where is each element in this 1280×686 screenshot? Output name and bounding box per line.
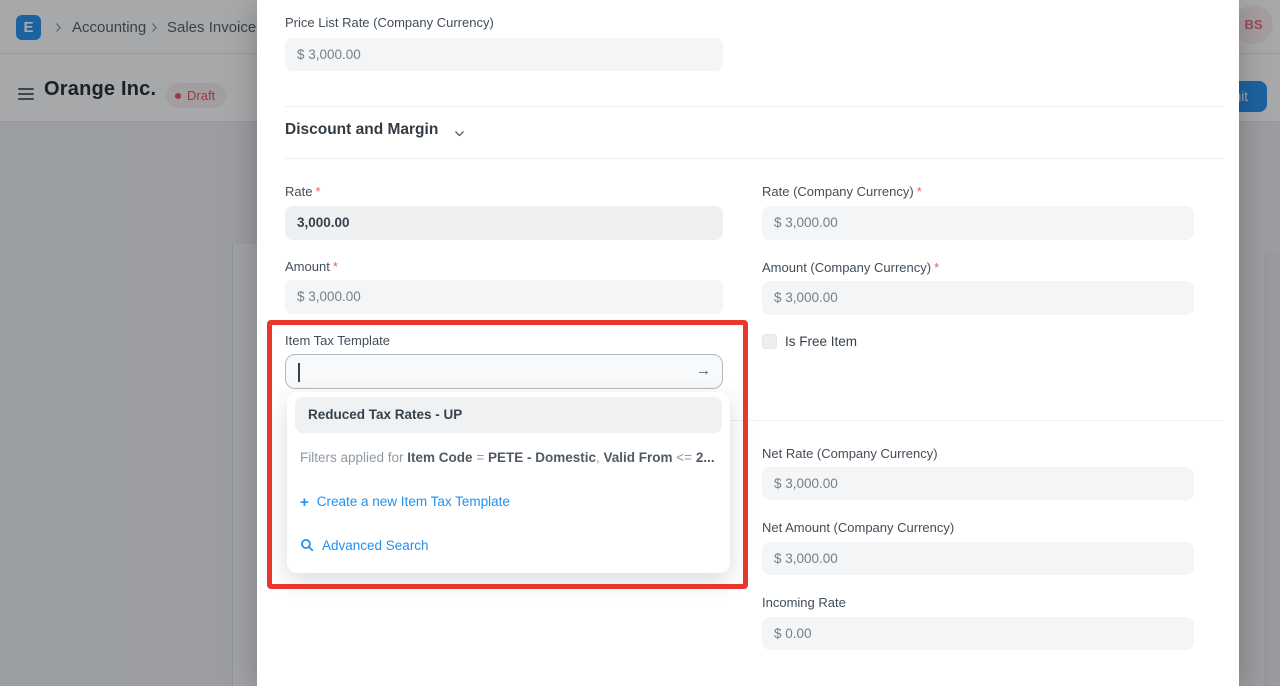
amount-company-currency-label: Amount (Company Currency)* bbox=[762, 260, 939, 276]
annotation-box bbox=[267, 320, 748, 589]
net-rate-company-currency-field[interactable]: $ 3,000.00 bbox=[762, 467, 1194, 500]
section-divider bbox=[285, 158, 1224, 159]
price-list-rate-field[interactable]: $ 3,000.00 bbox=[285, 38, 723, 71]
is-free-item-label: Is Free Item bbox=[785, 334, 857, 350]
section-divider bbox=[285, 106, 1224, 107]
required-marker: * bbox=[315, 184, 320, 199]
chevron-down-icon[interactable] bbox=[453, 127, 466, 145]
required-marker: * bbox=[917, 184, 922, 199]
amount-label: Amount* bbox=[285, 259, 338, 275]
rate-company-currency-label: Rate (Company Currency)* bbox=[762, 184, 922, 200]
price-list-rate-label: Price List Rate (Company Currency) bbox=[285, 15, 494, 31]
incoming-rate-field[interactable]: $ 0.00 bbox=[762, 617, 1194, 650]
required-marker: * bbox=[934, 260, 939, 275]
rate-company-currency-field[interactable]: $ 3,000.00 bbox=[762, 206, 1194, 240]
is-free-item-checkbox[interactable] bbox=[762, 334, 777, 349]
incoming-rate-label: Incoming Rate bbox=[762, 595, 846, 611]
rate-field[interactable]: 3,000.00 bbox=[285, 206, 723, 240]
rate-label: Rate* bbox=[285, 184, 321, 200]
required-marker: * bbox=[333, 259, 338, 274]
app-window: E › Accounting › Sales Invoice BS Orange… bbox=[0, 0, 1280, 686]
net-amount-company-currency-field[interactable]: $ 3,000.00 bbox=[762, 542, 1194, 575]
amount-company-currency-field[interactable]: $ 3,000.00 bbox=[762, 281, 1194, 315]
net-amount-company-currency-label: Net Amount (Company Currency) bbox=[762, 520, 954, 536]
net-rate-company-currency-label: Net Rate (Company Currency) bbox=[762, 446, 938, 462]
section-title[interactable]: Discount and Margin bbox=[285, 121, 438, 139]
amount-field[interactable]: $ 3,000.00 bbox=[285, 280, 723, 314]
